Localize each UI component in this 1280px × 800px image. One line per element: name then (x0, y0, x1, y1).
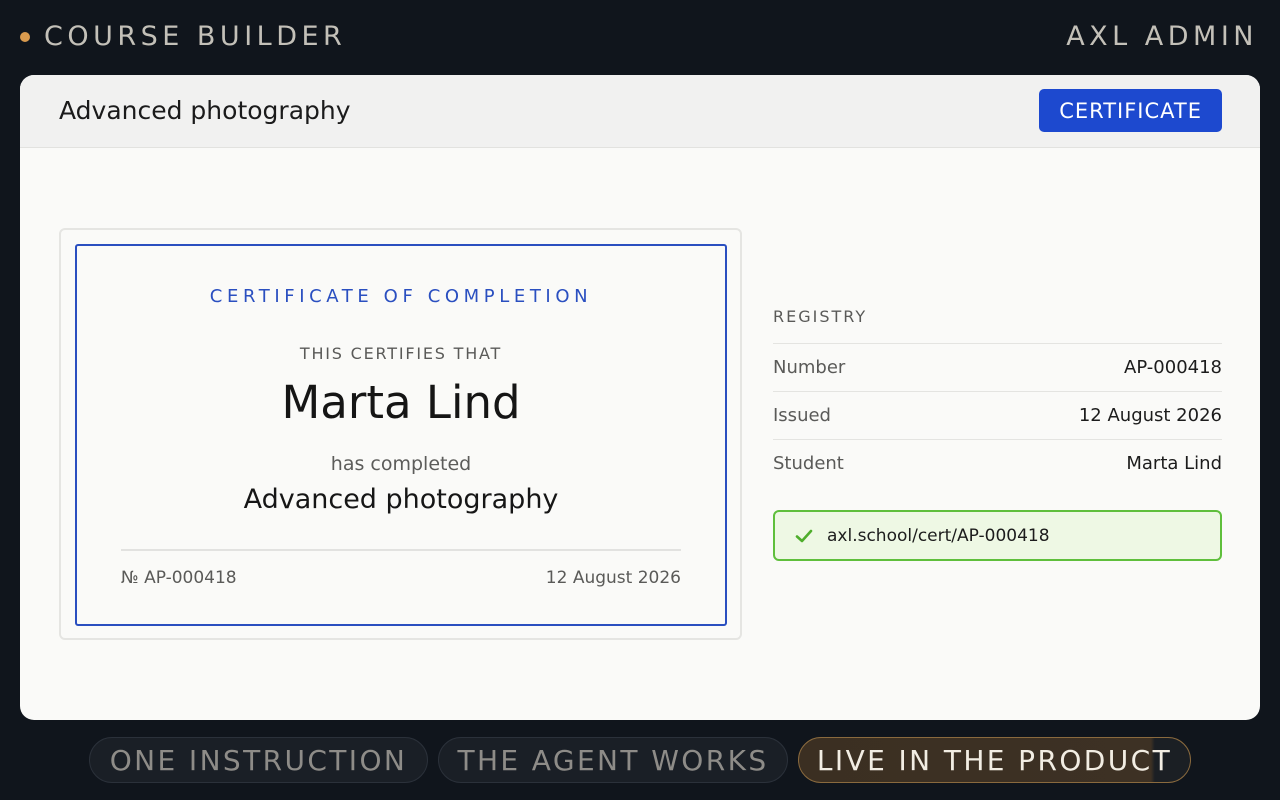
completed-text: has completed (330, 453, 472, 475)
registry-value: AP-000418 (1124, 357, 1222, 378)
window-header: Advanced photography CERTIFICATE (20, 75, 1260, 148)
registry-value: Marta Lind (1126, 453, 1222, 474)
certificate-divider (121, 549, 681, 551)
certifies-text: THIS CERTIFIES THAT (299, 344, 503, 363)
course-title: Advanced photography (59, 96, 351, 125)
registry-label: Student (773, 453, 844, 474)
registry-value: 12 August 2026 (1078, 405, 1222, 426)
registry-row-number: Number AP-000418 (773, 343, 1222, 391)
registry-label: Issued (773, 405, 831, 426)
certificate-preview: CERTIFICATE OF COMPLETION THIS CERTIFIES… (59, 228, 742, 640)
top-bar: COURSE BUILDER AXL ADMIN (0, 0, 1280, 75)
verification-link[interactable]: axl.school/cert/AP-000418 (773, 510, 1222, 561)
registry-row-issued: Issued 12 August 2026 (773, 391, 1222, 439)
certificate-date: 12 August 2026 (545, 568, 681, 588)
certificate-heading: CERTIFICATE OF COMPLETION (209, 286, 593, 307)
brand: COURSE BUILDER (20, 21, 346, 52)
certificate-course: Advanced photography (243, 484, 559, 515)
admin-label: AXL ADMIN (1066, 21, 1258, 52)
registry-title: REGISTRY (773, 307, 868, 326)
certificate-number: № AP-000418 (121, 568, 237, 588)
registry-panel: REGISTRY Number AP-000418 Issued 12 Augu… (773, 307, 1222, 561)
registry-row-student: Student Marta Lind (773, 439, 1222, 487)
step-indicator: ONE INSTRUCTION THE AGENT WORKS LIVE IN … (0, 737, 1280, 783)
course-window: Advanced photography CERTIFICATE CERTIFI… (20, 75, 1260, 720)
status-dot-icon (20, 31, 30, 42)
brand-title: COURSE BUILDER (44, 21, 347, 52)
certificate-button[interactable]: CERTIFICATE (1039, 89, 1222, 132)
verification-url: axl.school/cert/AP-000418 (827, 525, 1050, 546)
registry-label: Number (773, 357, 846, 378)
check-icon (795, 529, 813, 542)
step-pill-live-product: LIVE IN THE PRODUCT (798, 737, 1191, 783)
certificate-frame: CERTIFICATE OF COMPLETION THIS CERTIFIES… (75, 244, 727, 626)
step-pill-one-instruction: ONE INSTRUCTION (89, 737, 428, 783)
recipient-name: Marta Lind (281, 376, 521, 429)
step-pill-agent-works: THE AGENT WORKS (438, 737, 788, 783)
